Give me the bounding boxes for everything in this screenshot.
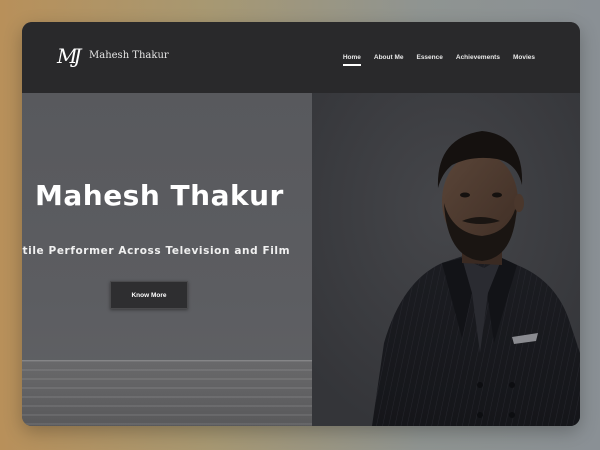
- know-more-button[interactable]: Know More: [110, 281, 188, 309]
- hero-portrait-panel: [312, 93, 580, 426]
- hero-floor: [22, 360, 312, 426]
- floor-edge: [22, 360, 312, 361]
- hero-backdrop: [22, 93, 312, 426]
- hero-title: Mahesh Thakur: [35, 179, 284, 212]
- top-navbar: MJ Mahesh Thakur Home About Me Essence A…: [22, 22, 580, 93]
- site-logo[interactable]: MJ Mahesh Thakur: [57, 46, 169, 66]
- site-name: Mahesh Thakur: [89, 50, 169, 61]
- hero-section: Mahesh Thakur satile Performer Across Te…: [22, 93, 580, 426]
- browser-window: MJ Mahesh Thakur Home About Me Essence A…: [22, 22, 580, 426]
- nav-item-achievements[interactable]: Achievements: [456, 54, 500, 61]
- hero-subtitle: satile Performer Across Television and F…: [22, 245, 291, 257]
- nav-item-movies[interactable]: Movies: [513, 54, 535, 61]
- portrait-image: [312, 93, 580, 426]
- mj-monogram-icon: MJ: [57, 44, 82, 68]
- nav-menu: Home About Me Essence Achievements Movie…: [342, 54, 535, 66]
- nav-item-home[interactable]: Home: [342, 54, 361, 66]
- nav-item-about-me[interactable]: About Me: [374, 54, 404, 61]
- nav-item-essence[interactable]: Essence: [416, 54, 442, 61]
